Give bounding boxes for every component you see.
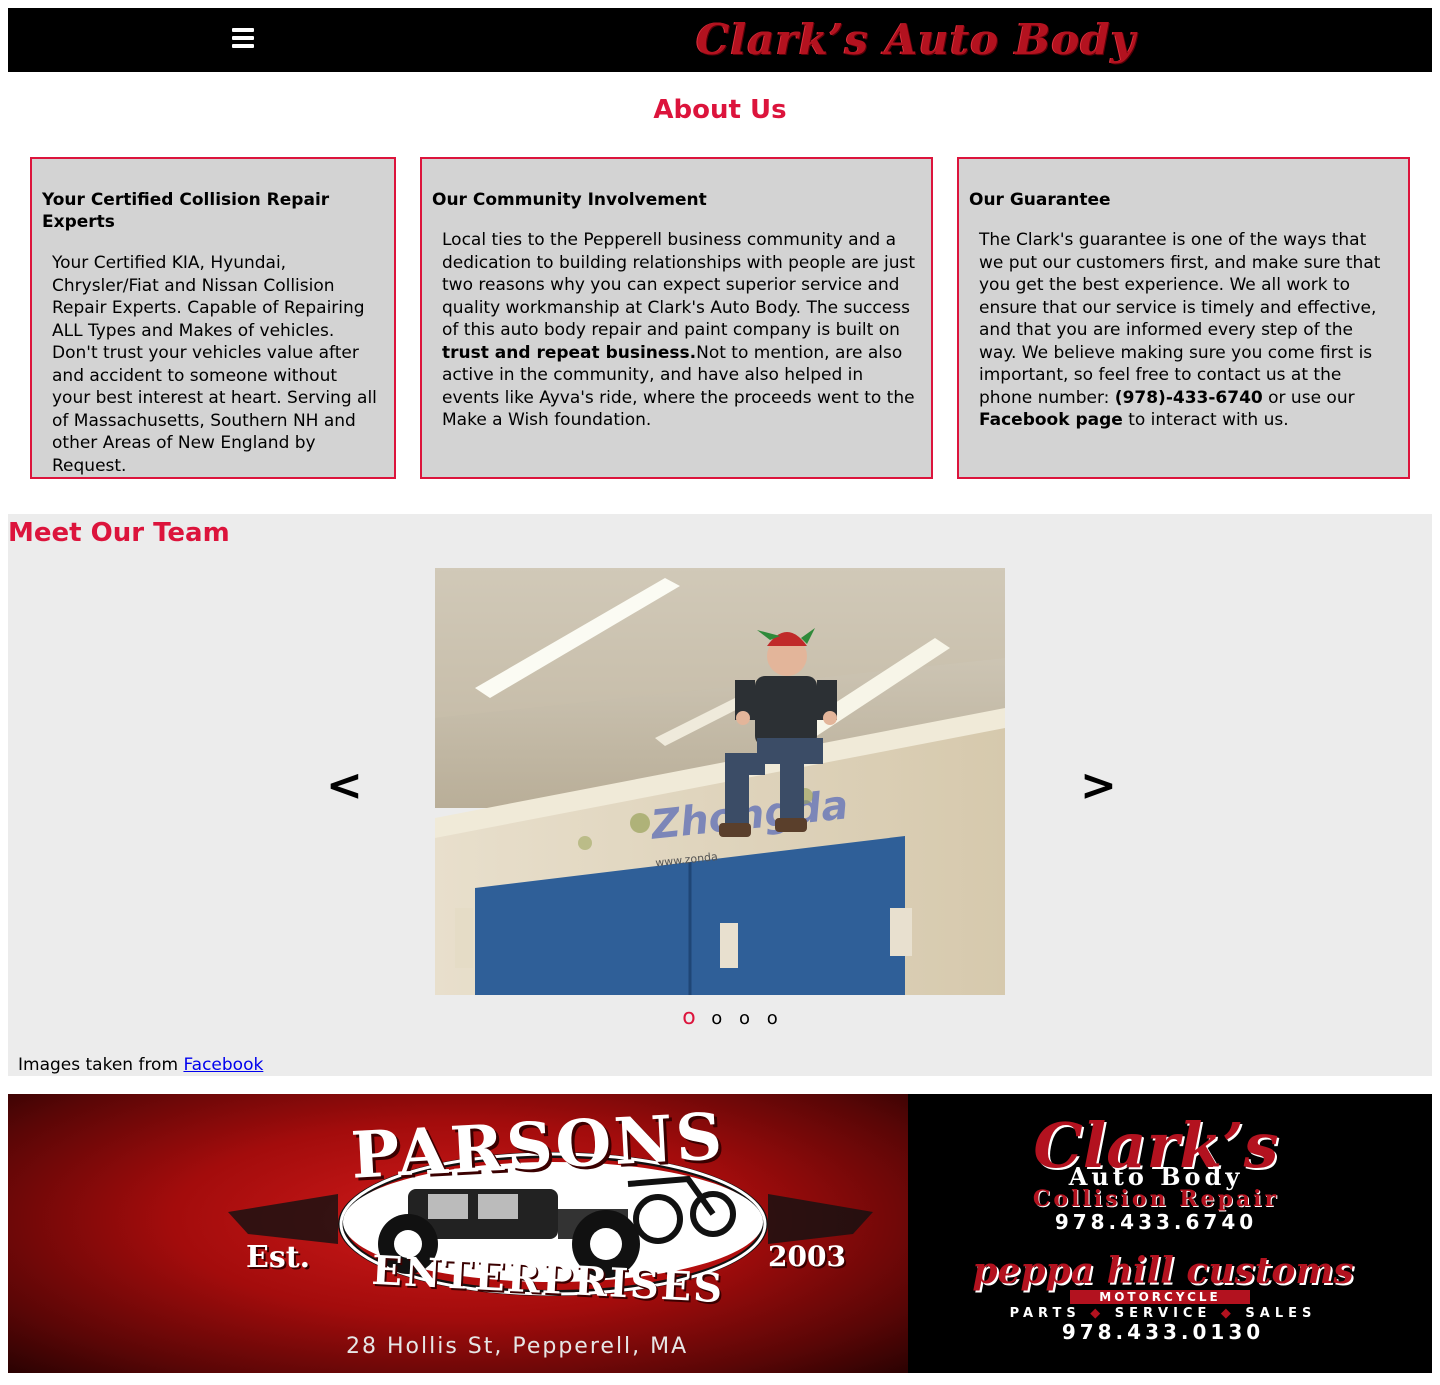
- card-body: The Clark's guarantee is one of the ways…: [979, 229, 1394, 432]
- slide-dot-2[interactable]: o: [706, 1007, 728, 1031]
- slide-dot-4[interactable]: o: [761, 1007, 783, 1031]
- card-title: Your Certified Collision Repair Experts: [42, 190, 330, 232]
- hamburger-menu-icon[interactable]: [232, 28, 254, 48]
- card-certified-experts: Your Certified Collision Repair Experts …: [30, 157, 396, 479]
- card-community-involvement: Our Community Involvement Local ties to …: [420, 157, 933, 479]
- peppa-motorcycle: MOTORCYCLE: [1070, 1290, 1250, 1304]
- site-title-logo[interactable]: Clark’s Auto Body: [696, 14, 1216, 66]
- sponsor-banner: PARSONS Est. 2003 ENTERPRISES 28 Hollis …: [8, 1094, 1432, 1373]
- clarks-collision-repair: Collision Repair: [1032, 1186, 1280, 1212]
- parsons-enterprises-logo: PARSONS Est. 2003 ENTERPRISES 28 Hollis …: [8, 1094, 908, 1373]
- card-title: Our Community Involvement: [432, 190, 707, 210]
- card-title: Our Guarantee: [969, 190, 1111, 210]
- peppa-parts: PARTS: [1009, 1306, 1081, 1321]
- peppa-services: PARTS ◆ SERVICE ◆ SALES: [938, 1306, 1388, 1321]
- card-body-bold: trust and repeat business.: [442, 342, 697, 363]
- facebook-page-text: Facebook page: [979, 410, 1123, 430]
- card-body: Local ties to the Pepperell business com…: [442, 229, 917, 432]
- team-slide-photo: Zhongda www.zonda: [435, 568, 1005, 995]
- peppa-sales: SALES: [1245, 1306, 1317, 1321]
- slide-dot-3[interactable]: o: [733, 1007, 755, 1031]
- site-header: Clark’s Auto Body: [8, 8, 1432, 72]
- parsons-est: Est.: [246, 1240, 311, 1275]
- slideshow-prev-button[interactable]: <: [326, 758, 363, 814]
- parsons-address: 28 Hollis St, Pepperell, MA: [346, 1334, 689, 1359]
- card-body-text: Local ties to the Pepperell business com…: [442, 230, 916, 340]
- slideshow-dots: o o o o: [678, 1006, 783, 1031]
- card-body: Your Certified KIA, Hyundai, Chrysler/Fi…: [52, 253, 377, 476]
- slide-dot-1[interactable]: o: [678, 1006, 700, 1030]
- card-body-text: The Clark's guarantee is one of the ways…: [979, 230, 1381, 408]
- team-photo-illustration: Zhongda www.zonda: [435, 568, 1005, 995]
- card-body-text: to interact with us.: [1122, 410, 1289, 430]
- card-body-text: or use our: [1262, 387, 1355, 408]
- team-heading: Meet Our Team: [8, 518, 230, 548]
- slideshow-next-button[interactable]: >: [1080, 758, 1117, 814]
- team-section: Meet Our Team < Zhongda www.zonda > o o …: [8, 514, 1432, 1076]
- clarks-phone: 978.433.6740: [1054, 1210, 1258, 1234]
- card-guarantee: Our Guarantee The Clark's guarantee is o…: [957, 157, 1410, 479]
- peppa-service: SERVICE: [1114, 1306, 1212, 1321]
- diamond-separator-icon: ◆: [1220, 1306, 1236, 1321]
- peppa-hill-logo: peppa hill customs: [972, 1250, 1354, 1292]
- phone-number: (978)-433-6740: [1114, 387, 1263, 408]
- image-credit: Images taken from Facebook: [18, 1054, 263, 1076]
- credit-text: Images taken from: [18, 1055, 184, 1075]
- facebook-link[interactable]: Facebook: [183, 1055, 263, 1075]
- about-us-heading: About Us: [653, 95, 787, 125]
- peppa-phone: 978.433.0130: [1061, 1320, 1265, 1344]
- diamond-separator-icon: ◆: [1090, 1306, 1106, 1321]
